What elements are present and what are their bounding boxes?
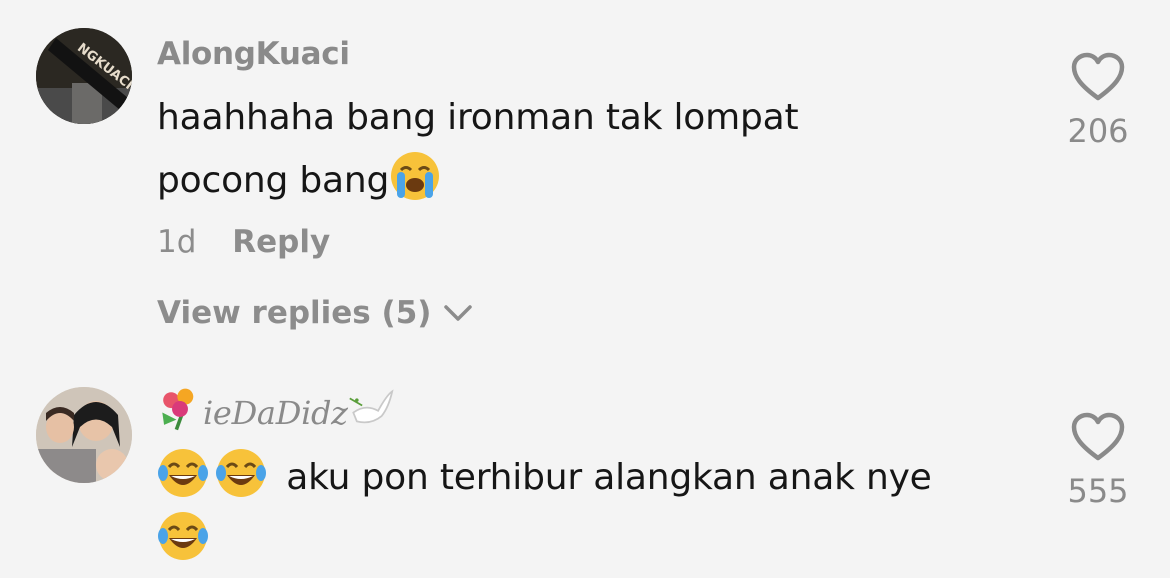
comment-item: NGKUACI AlongKuaci haahhaha bang ironman… [0, 0, 1170, 360]
like-count: 206 [1067, 112, 1129, 150]
like-button[interactable]: 206 [1060, 52, 1136, 150]
tears-of-joy-emoji [158, 512, 208, 560]
avatar[interactable]: NGKUACI [36, 28, 132, 124]
like-button[interactable]: 555 [1060, 412, 1136, 510]
dove-emoji [349, 389, 394, 424]
comment-text: haahhaha bang ironman tak lompat pocong … [157, 97, 799, 201]
crying-face-emoji [391, 152, 440, 200]
view-replies-button[interactable]: View replies (5) [157, 295, 473, 331]
view-replies-label: View replies (5) [157, 295, 432, 331]
timestamp: 1d [157, 224, 197, 260]
username[interactable]: ieDaDidz [157, 386, 394, 432]
like-count: 555 [1067, 472, 1129, 510]
tears-of-joy-emoji [216, 449, 266, 497]
heart-icon [1071, 412, 1125, 461]
flower-bouquet-emoji [162, 388, 194, 431]
heart-icon [1071, 52, 1125, 101]
comment-text: aku pon terhibur alangkan anak nye [157, 446, 1037, 572]
reply-button[interactable]: Reply [232, 224, 330, 260]
chevron-down-icon [444, 305, 473, 321]
comment-meta: 1d Reply [157, 224, 330, 260]
tears-of-joy-emoji [158, 449, 208, 497]
comment-item: ieDaDidz aku pon terhibur alangkan anak … [0, 360, 1170, 578]
username[interactable]: AlongKuaci [157, 36, 350, 72]
avatar[interactable] [36, 387, 132, 483]
